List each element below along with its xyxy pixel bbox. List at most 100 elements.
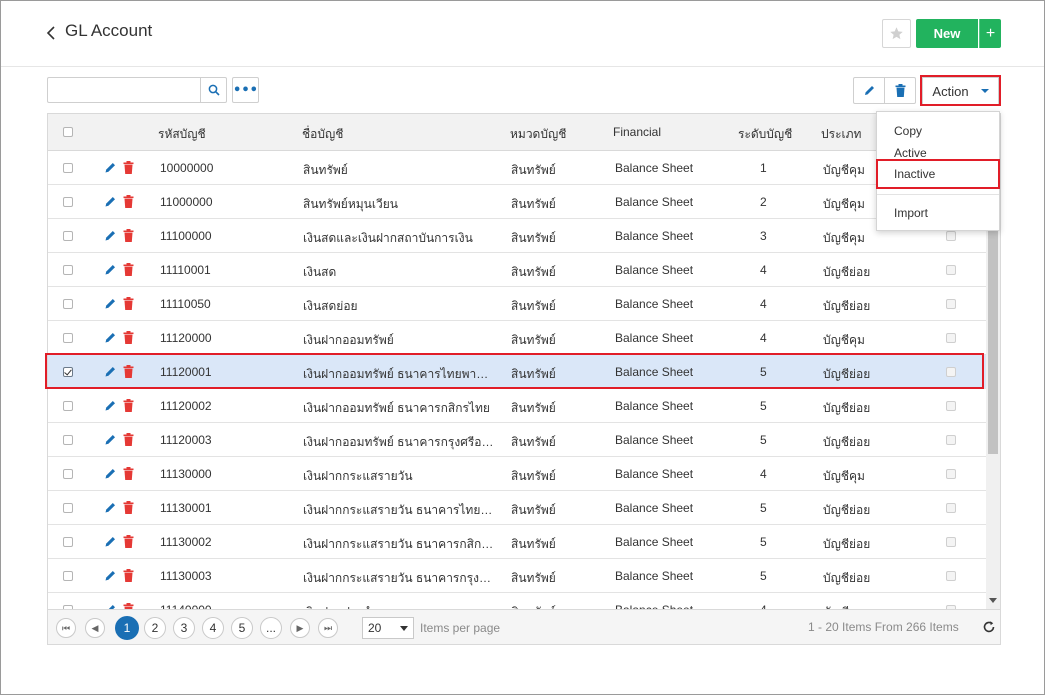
column-header-name[interactable]: ชื่อบัญชี [302, 125, 343, 144]
cell-name: เงินฝากกระแสรายวัน ธนาคารไทยพาณิ... [303, 503, 496, 517]
trash-icon[interactable] [123, 535, 134, 548]
pencil-icon[interactable] [104, 263, 117, 276]
pencil-icon[interactable] [104, 535, 117, 548]
cell-level: 4 [760, 297, 767, 311]
trash-icon[interactable] [123, 161, 134, 174]
new-button[interactable]: New [916, 19, 978, 48]
row-checkbox[interactable] [63, 401, 73, 411]
pencil-icon[interactable] [104, 161, 117, 174]
chevron-left-icon[interactable] [45, 25, 57, 41]
row-checkbox[interactable] [63, 503, 73, 513]
trash-icon[interactable] [123, 331, 134, 344]
pencil-icon[interactable] [104, 195, 117, 208]
cell-type: บัญชีย่อย [823, 503, 871, 517]
page-button-3[interactable]: 3 [173, 617, 195, 639]
menu-item-import[interactable]: Import [894, 206, 928, 220]
page-button-4[interactable]: 4 [202, 617, 224, 639]
cell-financial: Balance Sheet [615, 263, 694, 277]
table-row[interactable]: 11100000 เงินสดและเงินฝากสถาบันการเงิน สิน… [48, 219, 986, 253]
table-row[interactable]: 11130000 เงินฝากกระแสรายวัน สินทรัพย์ Balan… [48, 457, 986, 491]
row-checkbox[interactable] [63, 265, 73, 275]
cell-level: 3 [760, 229, 767, 243]
new-dropdown-plus-icon[interactable]: + [979, 19, 1001, 48]
trash-icon[interactable] [123, 229, 134, 242]
column-header-level[interactable]: ระดับบัญชี [738, 125, 792, 144]
page-button-more[interactable]: ... [260, 617, 282, 639]
trash-icon[interactable] [123, 569, 134, 582]
cell-type: บัญชีย่อย [823, 401, 871, 415]
prev-page-button[interactable]: ◀ [85, 618, 105, 638]
more-options-button[interactable]: ••• [232, 77, 259, 103]
row-checkbox[interactable] [63, 571, 73, 581]
next-page-button[interactable]: ▶ [290, 618, 310, 638]
refresh-icon[interactable] [982, 620, 996, 634]
pencil-icon[interactable] [104, 569, 117, 582]
first-page-button[interactable]: ⏮ [56, 618, 76, 638]
column-header-category[interactable]: หมวดบัญชี [510, 125, 566, 144]
search-icon [208, 84, 220, 96]
pencil-icon[interactable] [104, 501, 117, 514]
row-checkbox[interactable] [63, 435, 73, 445]
pencil-icon[interactable] [104, 467, 117, 480]
table-row[interactable]: 11000000 สินทรัพย์หมุนเวียน สินทรัพย์ Balan… [48, 185, 986, 219]
edit-button[interactable] [853, 77, 885, 104]
trash-icon[interactable] [123, 467, 134, 480]
cell-type: บัญชีคุม [823, 197, 865, 211]
scrollbar-thumb[interactable] [988, 229, 998, 454]
items-per-page-label: Items per page [420, 621, 501, 635]
table-row[interactable]: 11130003 เงินฝากกระแสรายวัน ธนาคารกรุงศรี… [48, 559, 986, 593]
trash-icon[interactable] [123, 433, 134, 446]
table-row[interactable]: 11140000เงินฝากประจำสินทรัพย์Balance She… [48, 593, 986, 609]
pencil-icon[interactable] [104, 331, 117, 344]
row-checkbox[interactable] [63, 197, 73, 207]
trash-icon[interactable] [123, 297, 134, 310]
favorite-button[interactable] [882, 19, 911, 48]
pencil-icon[interactable] [104, 433, 117, 446]
page-button-5[interactable]: 5 [231, 617, 253, 639]
cell-category: สินทรัพย์ [511, 571, 556, 585]
cell-category: สินทรัพย์ [511, 197, 556, 211]
pencil-icon[interactable] [104, 399, 117, 412]
table-row[interactable]: 11130001 เงินฝากกระแสรายวัน ธนาคารไทยพาณิ… [48, 491, 986, 525]
search-button[interactable] [200, 77, 227, 103]
trash-icon[interactable] [123, 501, 134, 514]
table-row[interactable]: 11110050 เงินสดย่อย สินทรัพย์ Balance Sheet… [48, 287, 986, 321]
table-row[interactable]: 11120002 เงินฝากออมทรัพย์ ธนาคารกสิกรไทย ส… [48, 389, 986, 423]
trash-icon[interactable] [123, 263, 134, 276]
row-checkbox[interactable] [63, 333, 73, 343]
trash-icon[interactable] [123, 399, 134, 412]
cell-type: บัญชีย่อย [823, 265, 871, 279]
pencil-icon[interactable] [104, 229, 117, 242]
scroll-down-arrow-icon[interactable] [989, 598, 997, 603]
column-header-type[interactable]: ประเภท [821, 125, 861, 144]
items-per-page-select[interactable]: 20 [362, 617, 414, 639]
row-checkbox[interactable] [63, 469, 73, 479]
table-row[interactable]: 11120000 เงินฝากออมทรัพย์ สินทรัพย์ Balance… [48, 321, 986, 355]
select-all-checkbox[interactable] [63, 127, 73, 137]
row-inactive-checkbox [946, 231, 956, 241]
row-checkbox[interactable] [63, 231, 73, 241]
row-inactive-checkbox [946, 435, 956, 445]
column-header-financial[interactable]: Financial [613, 125, 661, 139]
search-input[interactable] [47, 77, 201, 103]
menu-item-active[interactable]: Active [894, 146, 927, 160]
table-row[interactable]: 10000000 สินทรัพย์ สินทรัพย์ Balance Sheet 1… [48, 151, 986, 185]
row-checkbox[interactable] [63, 163, 73, 173]
table-row[interactable]: 11120003 เงินฝากออมทรัพย์ ธนาคารกรุงศรีอย… [48, 423, 986, 457]
page-button-2[interactable]: 2 [144, 617, 166, 639]
delete-button[interactable] [884, 77, 916, 104]
table-row[interactable]: 11110001 เงินสด สินทรัพย์ Balance Sheet 4 บัญ… [48, 253, 986, 287]
column-header-code[interactable]: รหัสบัญชี [158, 125, 206, 144]
trash-icon[interactable] [123, 195, 134, 208]
row-checkbox[interactable] [63, 537, 73, 547]
table-row[interactable]: 11130002 เงินฝากกระแสรายวัน ธนาคารกสิกรไท… [48, 525, 986, 559]
cell-name: เงินฝากออมทรัพย์ [303, 333, 394, 347]
last-page-button[interactable]: ⏭ [318, 618, 338, 638]
row-checkbox[interactable] [63, 299, 73, 309]
cell-level: 1 [760, 161, 767, 175]
menu-item-copy[interactable]: Copy [894, 124, 922, 138]
pencil-icon[interactable] [104, 297, 117, 310]
cell-financial: Balance Sheet [615, 569, 694, 583]
caret-down-icon [400, 626, 408, 631]
page-button-1[interactable]: 1 [115, 616, 139, 640]
